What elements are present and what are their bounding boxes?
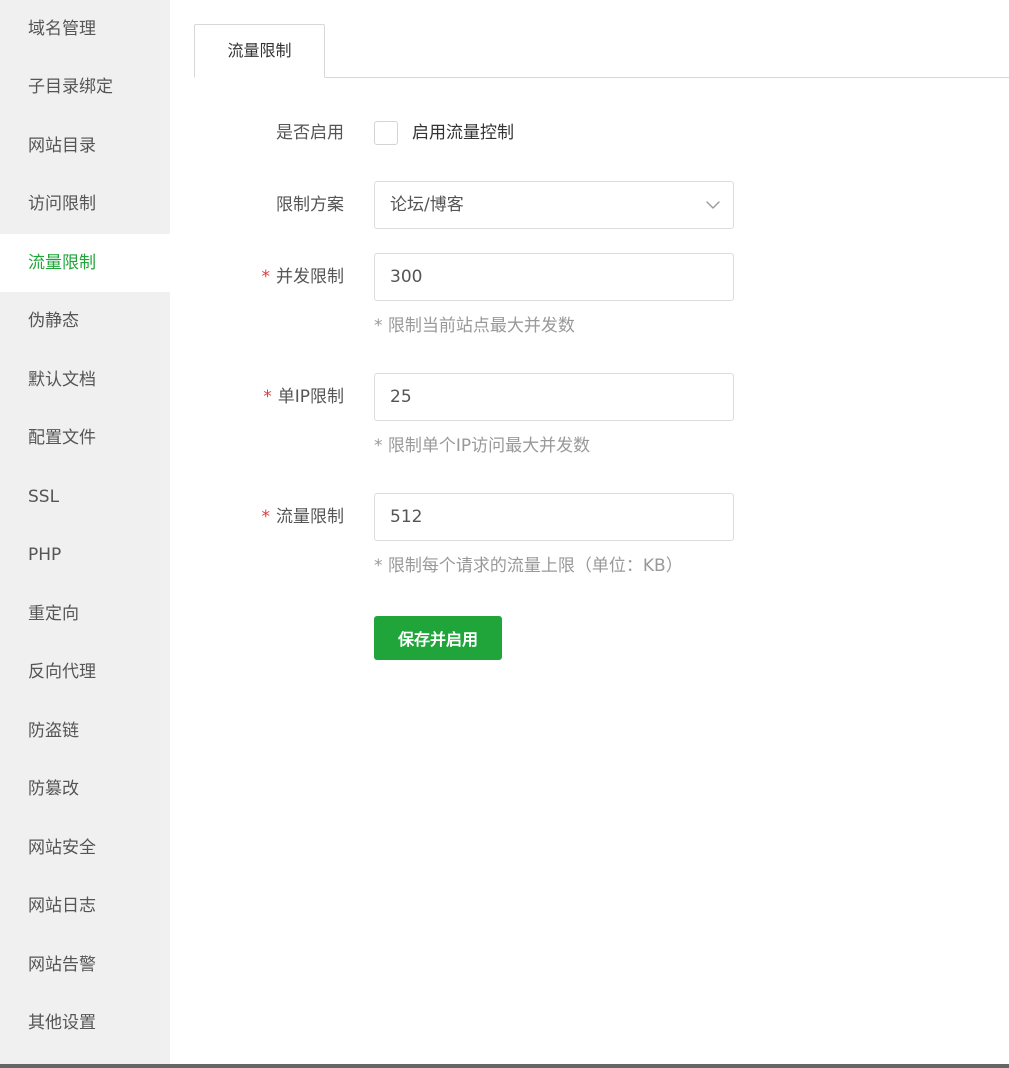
traffic-label: * 流量限制 bbox=[262, 493, 345, 541]
tab-traffic-limit[interactable]: 流量限制 bbox=[194, 24, 325, 78]
sidebar-item-domain-management[interactable]: 域名管理 bbox=[0, 0, 170, 58]
sidebar-item-subdirectory-binding[interactable]: 子目录绑定 bbox=[0, 58, 170, 116]
sidebar-item-hotlink-protection[interactable]: 防盗链 bbox=[0, 702, 170, 760]
concurrency-label-text: 并发限制 bbox=[276, 267, 344, 287]
per-ip-hint: * 限制单个IP访问最大并发数 bbox=[374, 436, 591, 456]
sidebar-item-site-alerts[interactable]: 网站告警 bbox=[0, 936, 170, 994]
sidebar-item-reverse-proxy[interactable]: 反向代理 bbox=[0, 643, 170, 701]
required-mark: * bbox=[261, 507, 271, 527]
plan-select[interactable]: 论坛/博客 bbox=[374, 181, 734, 229]
sidebar-item-config-file[interactable]: 配置文件 bbox=[0, 409, 170, 467]
concurrency-label: * 并发限制 bbox=[262, 253, 345, 301]
traffic-hint: * 限制每个请求的流量上限（单位：KB） bbox=[374, 556, 683, 576]
sidebar-item-default-document[interactable]: 默认文档 bbox=[0, 351, 170, 409]
traffic-input[interactable]: 512 bbox=[374, 493, 734, 541]
enable-label: 是否启用 bbox=[276, 123, 344, 143]
sidebar-item-tamper-protection[interactable]: 防篡改 bbox=[0, 760, 170, 818]
per-ip-label: * 单IP限制 bbox=[263, 373, 344, 421]
enable-checkbox[interactable] bbox=[374, 121, 398, 145]
sidebar-item-site-logs[interactable]: 网站日志 bbox=[0, 877, 170, 935]
required-mark: * bbox=[261, 267, 271, 287]
sidebar: 域名管理 子目录绑定 网站目录 访问限制 流量限制 伪静态 默认文档 配置文件 … bbox=[0, 0, 170, 1064]
sidebar-item-site-directory[interactable]: 网站目录 bbox=[0, 117, 170, 175]
bottom-border bbox=[0, 1064, 1009, 1068]
per-ip-input[interactable]: 25 bbox=[374, 373, 734, 421]
sidebar-item-ssl[interactable]: SSL bbox=[0, 468, 170, 526]
required-mark: * bbox=[263, 387, 272, 407]
sidebar-item-php[interactable]: PHP bbox=[0, 526, 170, 584]
sidebar-item-rewrite[interactable]: 伪静态 bbox=[0, 292, 170, 350]
enable-checkbox-label[interactable]: 启用流量控制 bbox=[412, 121, 514, 145]
sidebar-item-access-limit[interactable]: 访问限制 bbox=[0, 175, 170, 233]
traffic-label-text: 流量限制 bbox=[276, 507, 344, 527]
plan-select-value: 论坛/博客 bbox=[390, 195, 464, 215]
chevron-down-icon bbox=[706, 201, 720, 209]
sidebar-item-redirect[interactable]: 重定向 bbox=[0, 585, 170, 643]
per-ip-label-text: 单IP限制 bbox=[277, 387, 344, 407]
sidebar-item-site-security[interactable]: 网站安全 bbox=[0, 819, 170, 877]
concurrency-input[interactable]: 300 bbox=[374, 253, 734, 301]
sidebar-item-traffic-limit[interactable]: 流量限制 bbox=[0, 234, 170, 292]
sidebar-item-other-settings[interactable]: 其他设置 bbox=[0, 994, 170, 1052]
save-and-enable-button[interactable]: 保存并启用 bbox=[374, 616, 502, 660]
plan-label: 限制方案 bbox=[276, 195, 344, 215]
concurrency-hint: * 限制当前站点最大并发数 bbox=[374, 316, 575, 336]
